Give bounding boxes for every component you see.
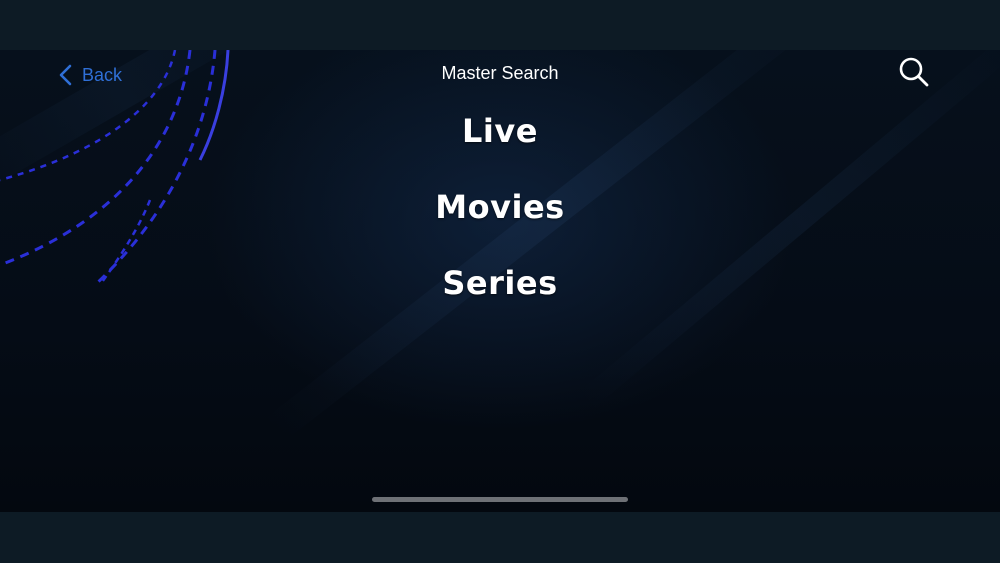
master-search-screen: Back Master Search Live Movies Series	[0, 50, 1000, 512]
letterbox-top	[0, 0, 1000, 50]
home-indicator[interactable]	[372, 497, 628, 502]
back-button[interactable]: Back	[58, 62, 122, 88]
letterbox-bottom	[0, 512, 1000, 563]
menu-item-series[interactable]: Series	[380, 260, 620, 336]
search-button[interactable]	[896, 54, 932, 90]
menu-item-movies[interactable]: Movies	[380, 184, 620, 260]
category-menu: Live Movies Series	[0, 108, 1000, 336]
search-icon	[899, 57, 929, 87]
menu-item-live[interactable]: Live	[380, 108, 620, 184]
chevron-left-icon	[59, 64, 72, 86]
back-label: Back	[82, 64, 123, 85]
